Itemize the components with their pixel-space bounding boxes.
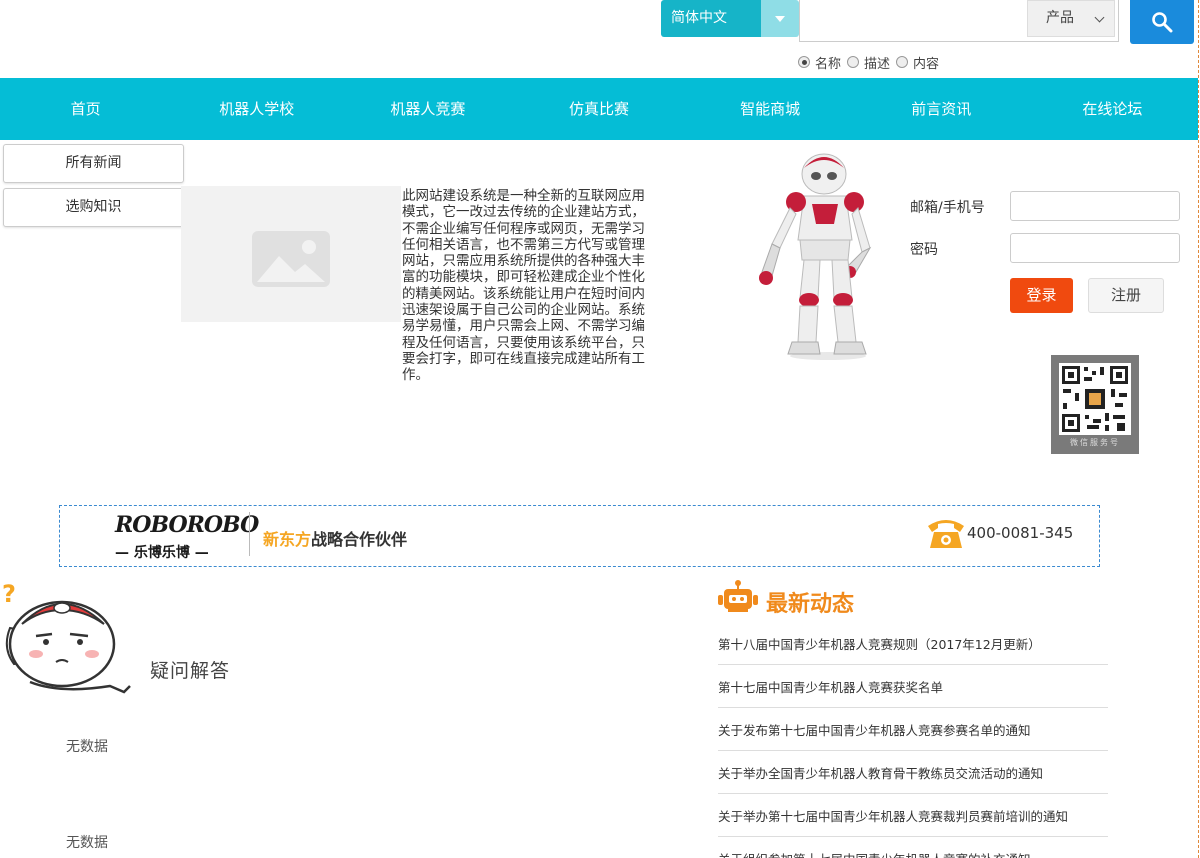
language-select[interactable]: 简体中文 [661,0,799,37]
news-item[interactable]: 第十七届中国青少年机器人竞赛获奖名单 [718,665,1108,708]
news-list: 第十八届中国青少年机器人竞赛规则（2017年12月更新） 第十七届中国青少年机器… [718,622,1108,858]
news-item[interactable]: 关于举办全国青少年机器人教育骨干教练员交流活动的通知 [718,751,1108,794]
account-input[interactable] [1010,191,1180,221]
chevron-down-icon[interactable] [761,0,799,37]
language-label: 简体中文 [661,0,761,37]
search-button[interactable] [1130,0,1194,44]
image-icon [252,231,330,287]
radio-label: 内容 [913,56,940,72]
nav-item-forum[interactable]: 在线论坛 [1027,78,1198,140]
nav-item-news[interactable]: 前言资讯 [856,78,1027,140]
mascot-image: ? [2,580,131,694]
qr-caption: 微信服务号 [1070,438,1120,447]
qr-code-icon [1059,363,1131,435]
image-placeholder [181,186,401,322]
nav-item-smart-mall[interactable]: 智能商城 [685,78,856,140]
search-field-options: 名称 描述 内容 [798,53,945,72]
main-nav: 首页 机器人学校 机器人竞赛 仿真比赛 智能商城 前言资讯 在线论坛 [0,78,1198,140]
robot-news-icon [718,580,758,612]
banner-divider [249,512,250,556]
password-label: 密码 [910,242,938,258]
radio-icon[interactable] [847,56,860,68]
radio-label: 描述 [864,56,891,72]
partner-text: 新东方战略合作伙伴 [263,526,407,550]
phone-number: 400-0081-345 [967,524,1074,542]
phone-icon [928,520,964,548]
logo-bottom-text: — 乐博乐博 — [115,545,209,561]
radio-icon[interactable] [896,56,909,68]
faq-empty-text: 无数据 [66,835,108,851]
login-button[interactable]: 登录 [1010,278,1073,313]
intro-text: 此网站建设系统是一种全新的互联网应用模式，它一改过去传统的企业建站方式，不需企业… [402,188,645,384]
partner-banner[interactable]: ROBOROBO — 乐博乐博 — 新东方战略合作伙伴 400-0081-345 [59,505,1100,567]
news-item[interactable]: 第十八届中国青少年机器人竞赛规则（2017年12月更新） [718,622,1108,665]
faq-empty-text: 无数据 [66,739,108,755]
robot-image [759,153,872,360]
sidebar-item-all-news[interactable]: 所有新闻 [3,144,184,183]
radio-label: 名称 [815,56,842,72]
radio-name[interactable]: 名称 [798,53,841,72]
faq-title: 疑问解答 [150,660,231,682]
roborobo-logo: ROBOROBO — 乐博乐博 — [115,510,259,562]
search-type-select[interactable]: 产品 [1027,0,1115,37]
search-input[interactable] [800,0,1026,40]
search-icon [1152,12,1173,33]
search-box: 产品 [799,0,1119,42]
nav-item-robot-competition[interactable]: 机器人竞赛 [342,78,513,140]
logo-top-text: ROBOROBO [115,512,259,538]
search-type-label: 产品 [1046,10,1074,26]
radio-content[interactable]: 内容 [896,53,939,72]
nav-item-home[interactable]: 首页 [0,78,171,140]
account-label: 邮箱/手机号 [910,200,985,216]
radio-icon[interactable] [798,56,810,68]
nav-item-simulation[interactable]: 仿真比赛 [513,78,684,140]
news-heading: 最新动态 [766,592,855,617]
news-item[interactable]: 关于举办第十七届中国青少年机器人竞赛裁判员赛前培训的通知 [718,794,1108,837]
partner-label: 战略合作伙伴 [311,530,408,549]
radio-description[interactable]: 描述 [847,53,890,72]
news-item[interactable]: 关于发布第十七届中国青少年机器人竞赛参赛名单的通知 [718,708,1108,751]
page-edge [1198,0,1199,858]
chevron-down-icon [1094,12,1105,23]
partner-brand: 新东方 [263,530,312,549]
news-item[interactable]: 关于组织参加第十七届中国青少年机器人竞赛的补充通知 [718,837,1108,858]
qr-code: 微信服务号 [1051,355,1139,454]
password-input[interactable] [1010,233,1180,263]
register-button[interactable]: 注册 [1088,278,1164,313]
sidebar-item-buying-guide[interactable]: 选购知识 [3,188,184,227]
nav-item-robot-school[interactable]: 机器人学校 [171,78,342,140]
svg-text:?: ? [2,580,16,608]
